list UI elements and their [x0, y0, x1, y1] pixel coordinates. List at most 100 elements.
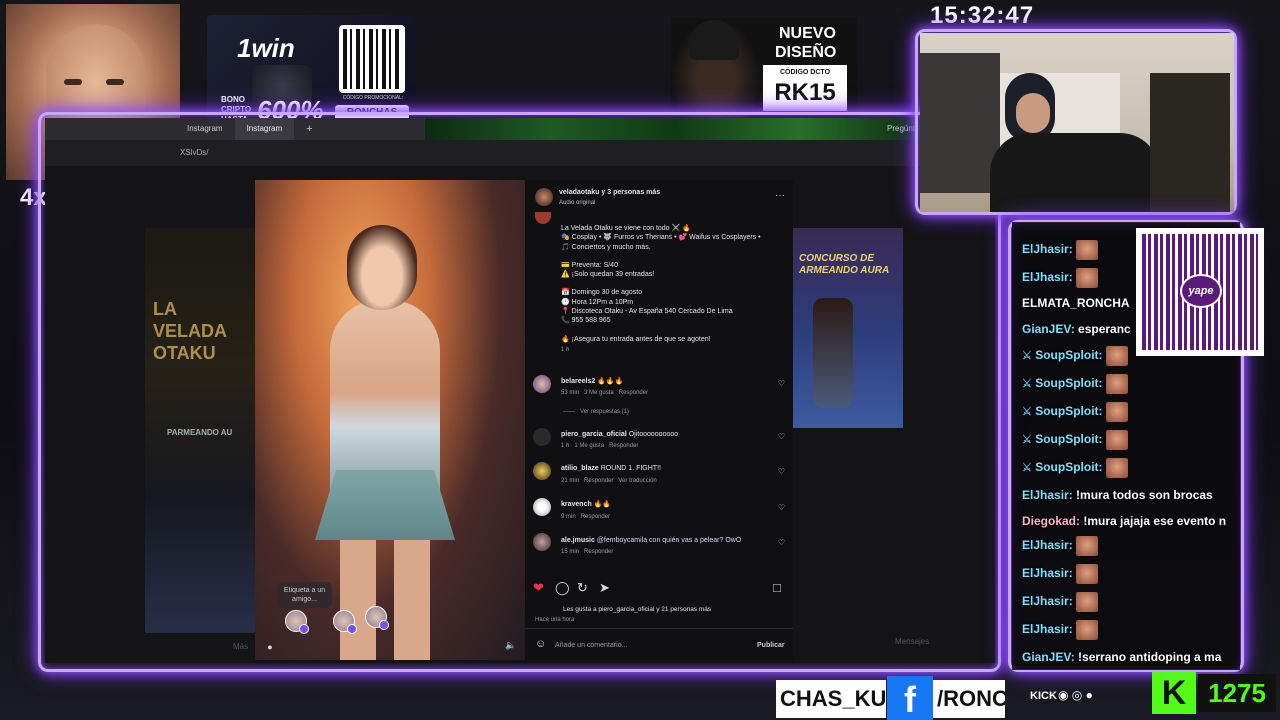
caption-line: 🎵 Conciertos y mucho más.	[561, 243, 651, 251]
ad-line1: BONO	[221, 95, 245, 104]
caption-line: 📅 Domingo 30 de agosto	[561, 289, 643, 297]
header-audio[interactable]: Audio original	[559, 199, 595, 208]
likes-summary[interactable]: Les gusta a piero_garcia_oficial y 21 pe…	[563, 605, 711, 614]
more-label[interactable]: Más	[233, 642, 248, 651]
comment-avatar[interactable]	[533, 462, 551, 480]
chat-message: Diegokad: !mura jajaja ese evento n	[1022, 514, 1227, 528]
comment-user[interactable]: atilio_blaze	[561, 465, 599, 472]
translate-link[interactable]: Ver traducción	[618, 478, 656, 484]
new-tab-button[interactable]: +	[294, 118, 324, 140]
reply-link[interactable]: Responder	[584, 478, 613, 484]
url-bar[interactable]: XSlvDs/	[45, 140, 995, 166]
person-icon[interactable]: ●	[263, 642, 277, 656]
save-icon[interactable]: □	[773, 580, 781, 595]
tagged-avatar[interactable]	[333, 610, 357, 634]
chat-message: ⚔ SoupSploit:	[1022, 458, 1128, 478]
comment-avatar[interactable]	[533, 428, 551, 446]
like-icon[interactable]: ❤	[533, 580, 544, 596]
like-comment-icon[interactable]: ♡	[778, 538, 785, 547]
comment-time: 1 h	[561, 443, 570, 449]
comment-text: 🔥🔥🔥	[597, 378, 624, 385]
comments-panel: veladaotaku y 3 personas más Audio origi…	[525, 180, 793, 660]
chat-message: ⚔ SoupSploit:	[1022, 430, 1128, 450]
tag-friend-tooltip: Etiqueta a un amigo...	[277, 582, 332, 608]
header-user[interactable]: veladaotaku y 3 personas más	[559, 188, 660, 197]
clock: 15:32:47	[930, 2, 1035, 29]
caption-avatar	[535, 212, 551, 224]
emote-icon	[1105, 430, 1128, 450]
handle-1: CHAS_KUN	[776, 680, 886, 718]
emote-icon	[1076, 564, 1099, 584]
caption-line: 📍 Discoteca Otaku - Av España 540 Cercad…	[561, 308, 733, 316]
caption-time: 1 h	[561, 346, 570, 353]
comment-user[interactable]: belareels2	[561, 378, 595, 385]
repost-icon[interactable]: ↻	[577, 580, 588, 596]
sword-icon: ⚔	[1022, 462, 1032, 475]
sword-icon: ⚔	[1022, 406, 1032, 419]
comment-user[interactable]: ale.jmusic	[561, 537, 595, 544]
tagged-avatar[interactable]	[365, 606, 389, 630]
view-replies-link[interactable]: —— Ver respuestas (1)	[563, 408, 629, 417]
bg-right-title: CONCURSO DE ARMEANDO AURA	[799, 253, 890, 276]
bottom-bar: CHAS_KUN f /RONC KICK ◉ ◎ ● K 1275	[0, 672, 1280, 720]
chat-message: ELMATA_RONCHA	[1022, 296, 1130, 310]
comment-text: 🔥🔥	[593, 501, 612, 508]
reply-link[interactable]: Responder	[619, 390, 648, 396]
comment-likes[interactable]: 1 Me gusta	[574, 443, 604, 449]
reply-link[interactable]: Responder	[584, 549, 613, 555]
emote-icon	[1105, 346, 1128, 366]
bg-post-left: LA VELADA OTAKU PARMEANDO AU	[145, 228, 260, 633]
comment-text: Ojitoooooooooo	[628, 431, 679, 438]
post-photo[interactable]: Etiqueta a un amigo... ● 🔈	[255, 180, 525, 660]
comment-avatar[interactable]	[533, 498, 551, 516]
share-icon[interactable]: ➤	[599, 580, 610, 596]
chat-message: ElJhasir:	[1022, 564, 1099, 584]
like-comment-icon[interactable]: ♡	[778, 432, 785, 441]
chat-message: ElJhasir:	[1022, 240, 1099, 260]
post-actions: ❤ ◯ ↻ ➤ □	[533, 580, 785, 598]
brand-logo: 1win	[237, 33, 295, 63]
rk-code: RK15	[774, 79, 836, 106]
like-comment-icon[interactable]: ♡	[778, 467, 785, 476]
bg-left-sub: PARMEANDO AU	[167, 428, 233, 437]
emote-icon	[1105, 458, 1128, 478]
mute-icon[interactable]: 🔈	[505, 640, 519, 654]
comment-time: 21 min	[561, 478, 580, 484]
plant-decoration	[425, 118, 925, 140]
yape-qr: yape	[1136, 228, 1264, 356]
like-comment-icon[interactable]: ♡	[778, 503, 785, 512]
comment-avatar[interactable]	[533, 375, 551, 393]
like-comment-icon[interactable]: ♡	[778, 379, 785, 388]
stream-overlay: 15:32:47 4x STREAK 1win BONO CRIPTO HAST…	[0, 0, 1280, 720]
emote-icon	[1105, 402, 1128, 422]
comment-user[interactable]: piero_garcia_oficial	[561, 431, 627, 438]
comment-icon[interactable]: ◯	[555, 580, 570, 596]
more-options-icon[interactable]: ···	[775, 190, 785, 201]
emoji-icon[interactable]: ☺	[535, 638, 546, 650]
tab-instagram-2[interactable]: Instagram	[234, 118, 295, 140]
chat-message: GianJEV: !serrano antidoping a ma	[1022, 650, 1222, 664]
browser-window: Instagram Instagram + Pregúnt XSlvDs/ LA…	[45, 118, 995, 663]
tab-instagram-1[interactable]: Instagram	[175, 118, 235, 140]
facebook-icon: f	[887, 676, 933, 720]
comment-avatar[interactable]	[533, 533, 551, 551]
comment-likes[interactable]: 3 Me gusta	[584, 390, 614, 396]
reply-link[interactable]: Responder	[609, 443, 638, 449]
publish-button[interactable]: Publicar	[757, 641, 785, 650]
emote-icon	[1076, 536, 1099, 556]
sword-icon: ⚔	[1022, 434, 1032, 447]
tagged-avatar[interactable]	[285, 610, 309, 634]
header-avatar[interactable]	[535, 188, 553, 206]
emote-icon	[1076, 240, 1099, 260]
comment-input[interactable]: Añade un comentario...	[555, 641, 627, 650]
caption-line: 📞 955 588 965	[561, 317, 611, 325]
sword-icon: ⚔	[1022, 378, 1032, 391]
caption-line: 🕛 Hora 12Pm a 10Pm	[561, 298, 634, 306]
messages-label[interactable]: Mensajes	[895, 637, 929, 646]
caption-line: 🎭 Cosplay • 🐺 Furros vs Therians • 💕 Wai…	[561, 234, 761, 242]
reply-link[interactable]: Responder	[581, 514, 610, 520]
comment-user[interactable]: kravench	[561, 501, 592, 508]
chat-message: ⚔ SoupSploit:	[1022, 374, 1128, 394]
bg-post-right: CONCURSO DE ARMEANDO AURA	[793, 228, 903, 428]
tab-right[interactable]: Pregúnt	[887, 124, 915, 133]
